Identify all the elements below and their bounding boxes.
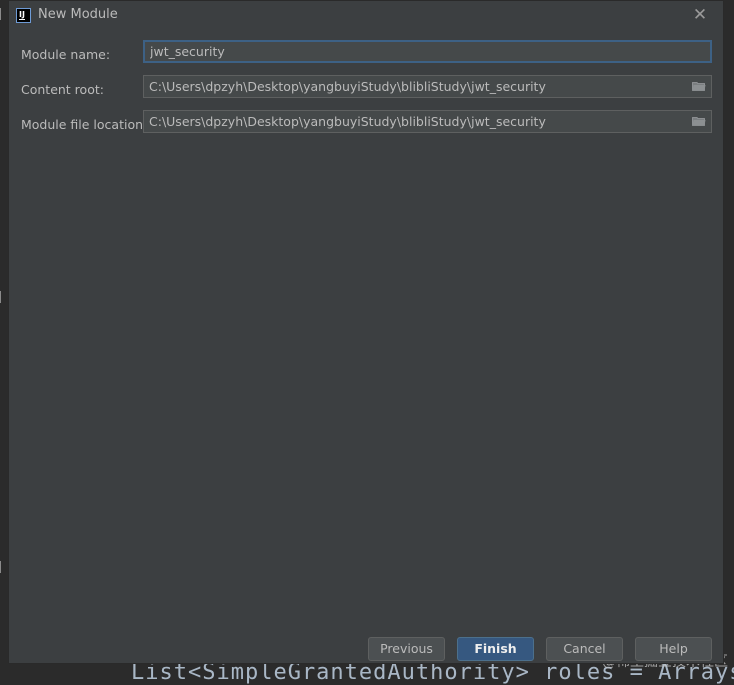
module-name-input[interactable] — [145, 42, 695, 61]
finish-button[interactable]: Finish — [457, 637, 534, 661]
help-button[interactable]: Help — [635, 637, 712, 661]
content-root-field[interactable] — [143, 75, 712, 98]
content-root-label: Content root: — [21, 82, 104, 97]
new-module-dialog: IJ New Module ✕ Module name: Content roo… — [8, 0, 724, 664]
dialog-title: New Module — [38, 7, 118, 22]
cancel-button[interactable]: Cancel — [546, 637, 623, 661]
gutter-marker — [0, 8, 6, 20]
folder-icon[interactable] — [692, 116, 706, 126]
module-file-location-field[interactable] — [143, 110, 712, 133]
module-name-field[interactable] — [143, 40, 712, 63]
content-root-input[interactable] — [144, 76, 694, 97]
intellij-icon: IJ — [16, 8, 31, 23]
gutter-marker — [0, 291, 6, 303]
module-file-location-input[interactable] — [144, 111, 694, 132]
module-file-location-label: Module file location: — [21, 117, 148, 132]
dialog-title-bar: IJ New Module ✕ — [9, 1, 723, 31]
module-name-label: Module name: — [21, 47, 111, 62]
gutter-marker — [0, 561, 6, 573]
folder-icon[interactable] — [692, 81, 706, 91]
previous-button[interactable]: Previous — [368, 637, 445, 661]
close-icon[interactable]: ✕ — [691, 6, 709, 24]
